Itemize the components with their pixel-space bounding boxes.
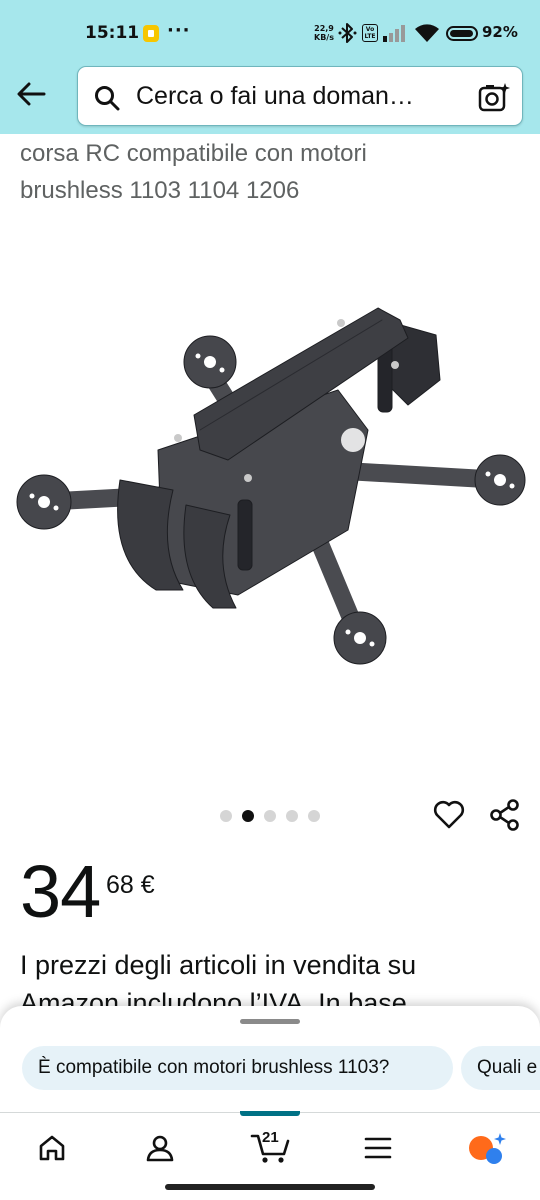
rufus-assistant-icon xyxy=(469,1133,506,1164)
wifi-icon xyxy=(415,24,439,42)
notification-icon xyxy=(143,25,159,42)
network-speed: 22,9 KB/s xyxy=(312,24,336,42)
nav-home[interactable] xyxy=(17,1113,87,1183)
carousel-dot[interactable] xyxy=(264,810,276,822)
status-time: 15:11 xyxy=(85,23,140,43)
back-arrow-icon xyxy=(17,82,46,106)
volte-bottom: LTE xyxy=(364,33,376,40)
price-whole: 34 xyxy=(20,850,101,933)
screen: 15:11 ··· 22,9 KB/s Vo LTE 92% Cerca o f… xyxy=(0,0,540,1200)
status-bar: 15:11 ··· 22,9 KB/s Vo LTE 92% xyxy=(0,0,540,66)
network-speed-unit: KB/s xyxy=(314,33,334,42)
product-image[interactable] xyxy=(8,290,538,680)
nav-rufus[interactable] xyxy=(452,1113,522,1183)
search-icon xyxy=(95,86,120,111)
carousel-dot[interactable] xyxy=(286,810,298,822)
camera-search-icon[interactable] xyxy=(478,82,510,112)
sheet-drag-handle[interactable] xyxy=(240,1019,300,1024)
suggestion-chip[interactable]: È compatibile con motori brushless 1103? xyxy=(22,1046,453,1090)
back-button[interactable] xyxy=(12,76,50,112)
search-bar[interactable]: Cerca o fai una doman… xyxy=(77,66,523,126)
suggestion-sheet: È compatibile con motori brushless 1103?… xyxy=(0,1006,540,1116)
gesture-bar[interactable] xyxy=(165,1184,375,1190)
carousel-dot-active[interactable] xyxy=(242,810,254,822)
nav-account[interactable] xyxy=(125,1113,195,1183)
menu-icon xyxy=(364,1137,392,1159)
suggestion-chip[interactable]: Quali e xyxy=(461,1046,540,1090)
battery-percent: 92% xyxy=(482,23,518,41)
volte-top: Vo xyxy=(365,26,375,33)
network-speed-value: 22,9 xyxy=(314,24,334,33)
image-carousel-dots[interactable] xyxy=(220,809,320,823)
bottom-nav: 21 xyxy=(0,1111,540,1184)
header: 15:11 ··· 22,9 KB/s Vo LTE 92% Cerca o f… xyxy=(0,0,540,134)
carousel-dot[interactable] xyxy=(308,810,320,822)
product-title: corsa RC compatibile con motori brushles… xyxy=(20,135,520,209)
battery-icon xyxy=(446,26,478,41)
home-icon xyxy=(39,1135,65,1161)
volte-icon: Vo LTE xyxy=(362,24,378,42)
cart-count: 21 xyxy=(262,1129,279,1146)
signal-icon xyxy=(383,25,405,42)
vat-note-line-1: I prezzi degli articoli in vendita su xyxy=(20,950,417,980)
wishlist-heart-icon[interactable] xyxy=(432,798,466,832)
nav-menu[interactable] xyxy=(343,1113,413,1183)
bluetooth-icon xyxy=(338,23,357,43)
account-icon xyxy=(146,1135,174,1162)
more-notifications-icon: ··· xyxy=(167,20,191,41)
nav-cart[interactable] xyxy=(235,1113,305,1183)
product-title-line-1: corsa RC compatibile con motori xyxy=(20,140,367,167)
share-icon[interactable] xyxy=(488,798,522,832)
price-fraction: 68 € xyxy=(106,871,155,899)
carousel-dot[interactable] xyxy=(220,810,232,822)
search-input[interactable]: Cerca o fai una doman… xyxy=(136,82,468,111)
product-title-line-2: brushless 1103 1104 1206 xyxy=(20,177,300,204)
